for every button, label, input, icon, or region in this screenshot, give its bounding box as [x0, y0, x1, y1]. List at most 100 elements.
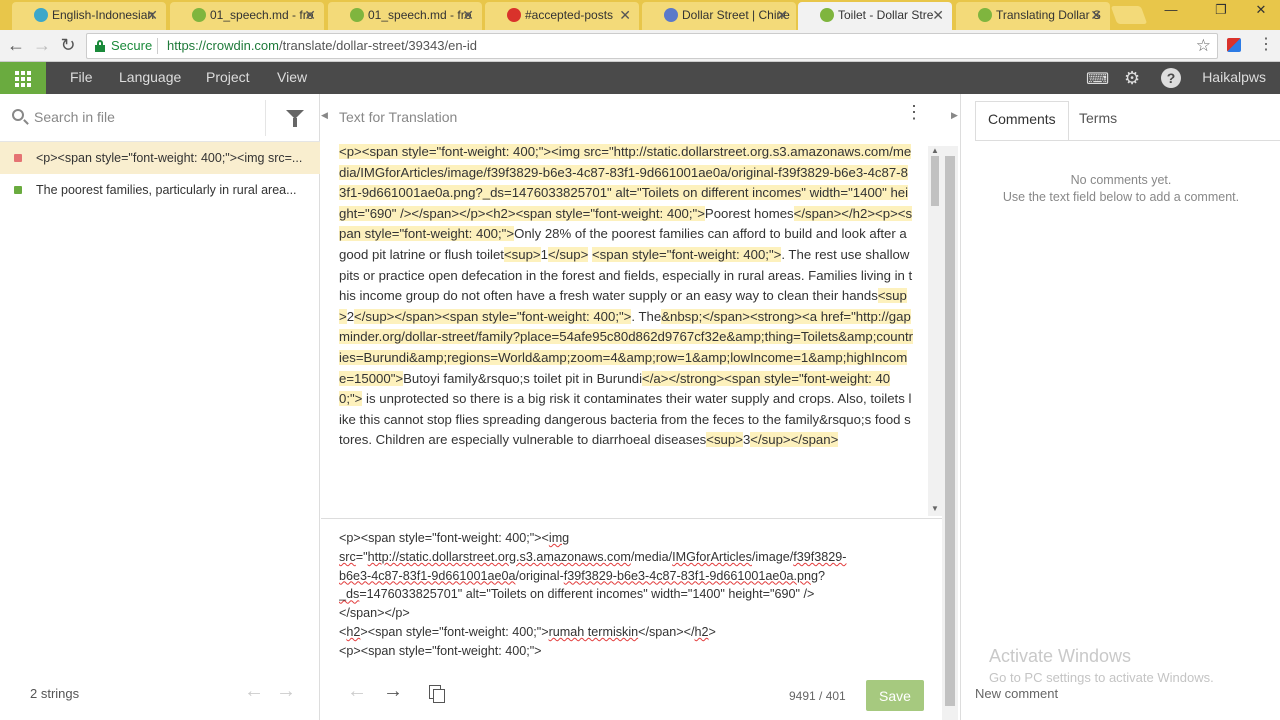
misspelled-word: img — [548, 531, 570, 545]
translation-fragment: ? — [817, 568, 825, 583]
search-icon — [12, 109, 24, 121]
menu-file[interactable]: File — [70, 69, 93, 85]
back-icon[interactable]: ← — [4, 34, 28, 58]
tab-close-icon[interactable]: ✕ — [146, 2, 158, 28]
tab-close-icon[interactable]: ✕ — [1090, 2, 1102, 28]
user-name[interactable]: Haikalpws — [1202, 69, 1266, 85]
html-tag: <span style="font-weight: 400;"> — [591, 246, 782, 262]
new-comment-field[interactable]: New comment — [975, 686, 1058, 701]
divider — [321, 518, 942, 519]
divider — [265, 100, 266, 136]
translation-line: <p><span style="font-weight: 400;"><img — [339, 529, 919, 548]
browser-tab[interactable]: 01_speech.md - fro ✕ — [328, 2, 482, 30]
copy-source-icon[interactable] — [429, 685, 445, 703]
chrome-menu-icon[interactable]: ⋮ — [1258, 34, 1274, 54]
no-comments-hint: Use the text field below to add a commen… — [1002, 190, 1240, 204]
translation-fragment: </span></p> — [339, 606, 410, 621]
tab-favicon-icon — [34, 8, 48, 22]
translation-panel: ◀ Text for Translation ⋮ <p><span style=… — [321, 94, 959, 720]
tab-comments[interactable]: Comments — [975, 101, 1069, 141]
strings-count: 2 strings — [30, 686, 80, 701]
string-preview: The poorest families, particularly in ru… — [36, 183, 297, 197]
divider — [975, 140, 1280, 141]
tab-close-icon[interactable]: ✕ — [462, 2, 474, 28]
misspelled-word: http://static.dollarstreet.org.s3.amazon… — [367, 549, 631, 564]
restore-icon[interactable]: ❐ — [1206, 0, 1236, 22]
string-list-item[interactable]: <p><span style="font-weight: 400;"><img … — [0, 142, 320, 174]
address-bar[interactable]: Secure https://crowdin.com/translate/dol… — [86, 33, 1218, 59]
tab-title: English-Indonesian — [52, 8, 155, 22]
tab-close-icon[interactable]: ✕ — [619, 2, 631, 28]
character-counter: 9491 / 401 — [789, 689, 846, 703]
tab-terms[interactable]: Terms — [1067, 101, 1129, 141]
reload-icon[interactable]: ↻ — [56, 34, 80, 58]
new-tab-button[interactable] — [1110, 6, 1148, 24]
translation-fragment: </span></ — [638, 624, 695, 639]
misspelled-word: src — [339, 549, 356, 564]
panel-scrollbar[interactable] — [942, 146, 958, 720]
translation-line: _ds=1476033825701" alt="Toilets on diffe… — [339, 585, 919, 604]
search-input[interactable] — [34, 106, 254, 128]
translation-line: src="http://static.dollarstreet.org.s3.a… — [339, 548, 919, 567]
tab-close-icon[interactable]: ✕ — [304, 2, 316, 28]
previous-string-icon[interactable]: ← — [347, 680, 367, 703]
collapse-left-icon[interactable]: ◀ — [321, 110, 328, 121]
browser-tab[interactable]: Translating Dollar S ✕ — [956, 2, 1110, 30]
collapse-right-icon[interactable]: ▶ — [951, 110, 958, 121]
menu-view[interactable]: View — [277, 69, 307, 85]
string-list-item[interactable]: The poorest families, particularly in ru… — [0, 174, 320, 206]
menu-language[interactable]: Language — [119, 69, 181, 85]
browser-tab[interactable]: English-Indonesian ✕ — [12, 2, 166, 30]
source-fragment: 2 — [346, 308, 355, 324]
source-scrollbar[interactable]: ▲ ▼ — [928, 146, 942, 516]
prev-page-icon[interactable]: ← — [244, 680, 264, 703]
more-options-icon[interactable]: ⋮ — [905, 103, 923, 121]
next-string-icon[interactable]: → — [383, 680, 403, 703]
bookmark-star-icon[interactable]: ☆ — [1196, 36, 1211, 56]
translation-line: <h2><span style="font-weight: 400;">ruma… — [339, 623, 919, 642]
no-comments-title: No comments yet. — [1070, 173, 1172, 187]
html-tag: </span></h2> — [793, 205, 876, 221]
url-text[interactable]: https://crowdin.com/translate/dollar-str… — [167, 38, 477, 53]
scroll-down-icon[interactable]: ▼ — [931, 504, 939, 513]
save-button[interactable]: Save — [866, 680, 924, 711]
next-page-icon[interactable]: → — [276, 680, 296, 703]
browser-tab[interactable]: 01_speech.md - fro ✕ — [170, 2, 324, 30]
browser-tab[interactable]: Toilet - Dollar Stre ✕ — [798, 2, 952, 30]
window-close-icon[interactable]: ✕ — [1246, 0, 1276, 22]
strings-footer: 2 strings ← → — [0, 672, 320, 720]
html-tag: <sup> — [503, 246, 541, 262]
scrollbar-thumb[interactable] — [931, 156, 939, 206]
menu-project[interactable]: Project — [206, 69, 250, 85]
help-icon[interactable]: ? — [1161, 68, 1181, 88]
translation-fragment: ><span style="font-weight: 400;"> — [360, 624, 549, 639]
status-dot-icon — [14, 186, 22, 194]
browser-tab[interactable]: Dollar Street | Chine ✕ — [642, 2, 796, 30]
browser-tab[interactable]: #accepted-posts ✕ — [485, 2, 639, 30]
translation-fragment: /original- — [515, 568, 564, 583]
misspelled-word: h2 — [694, 624, 709, 639]
minimize-icon[interactable]: — — [1156, 0, 1186, 22]
tab-close-icon[interactable]: ✕ — [776, 2, 788, 28]
html-tag: <h2><span style="font-weight: 400;"> — [485, 205, 705, 221]
tab-title: Translating Dollar S — [996, 8, 1101, 22]
translation-line: </span></p> — [339, 604, 919, 623]
filter-icon[interactable] — [286, 110, 304, 127]
extension-icon[interactable] — [1227, 38, 1241, 52]
translation-fragment: /image/ — [751, 549, 794, 564]
strings-panel: <p><span style="font-weight: 400;"><img … — [0, 94, 320, 720]
translation-fragment: =" — [355, 549, 368, 564]
comments-panel: ▶ Comments Terms No comments yet. Use th… — [951, 94, 1280, 720]
keyboard-icon[interactable]: ⌨ — [1086, 69, 1109, 89]
source-fragment: 1 — [540, 246, 548, 262]
scrollbar-thumb[interactable] — [945, 156, 955, 706]
html-tag: </sup></span><span style="font-weight: 4… — [354, 308, 632, 324]
scroll-up-icon[interactable]: ▲ — [931, 146, 939, 155]
gear-icon[interactable]: ⚙ — [1124, 68, 1140, 89]
apps-grid-icon[interactable] — [0, 62, 46, 94]
tab-close-icon[interactable]: ✕ — [932, 2, 944, 28]
forward-icon[interactable]: → — [30, 34, 54, 58]
tab-title: 01_speech.md - fro — [210, 8, 314, 22]
misspelled-word: f39f3829- — [793, 549, 847, 564]
translation-textarea[interactable]: <p><span style="font-weight: 400;"><img s… — [339, 529, 919, 659]
